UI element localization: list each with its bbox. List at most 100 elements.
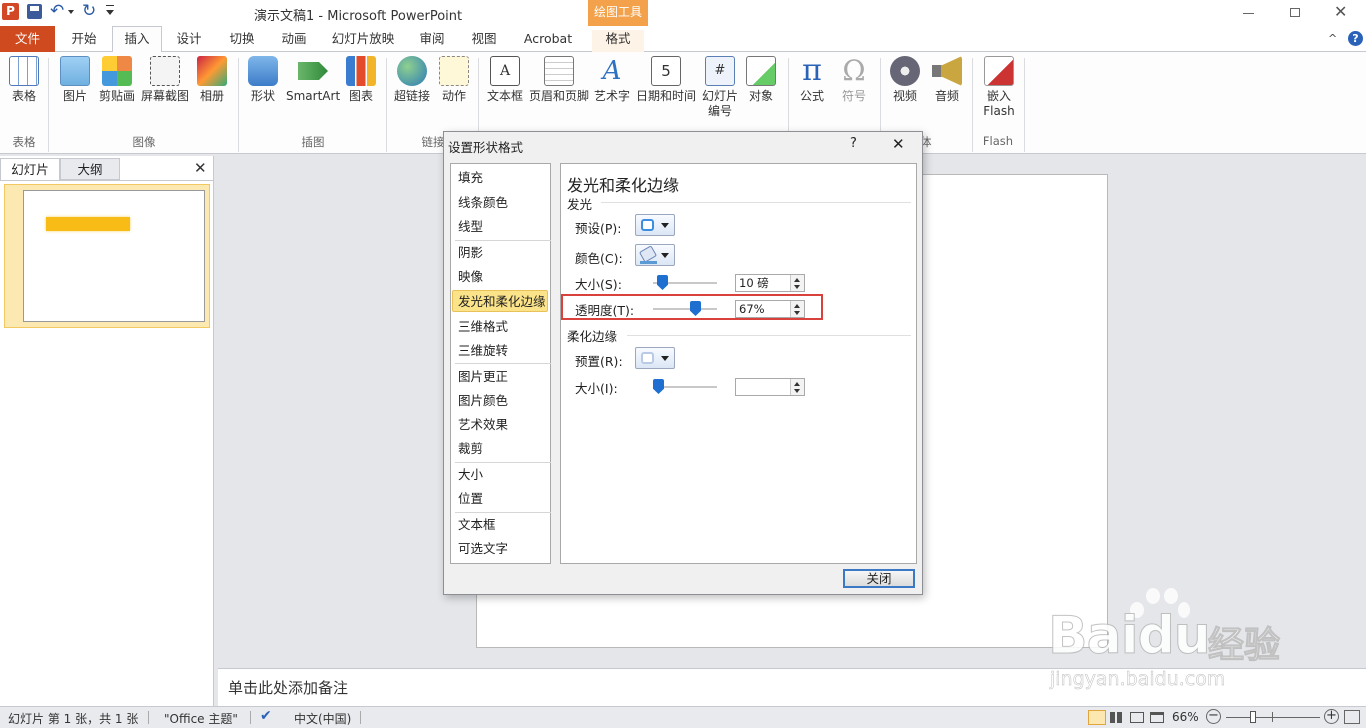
- nav-line-color[interactable]: 线条颜色: [451, 192, 547, 214]
- clipart-button[interactable]: 剪贴画: [98, 56, 136, 104]
- embed-flash-button[interactable]: 嵌入 Flash: [978, 56, 1020, 119]
- picture-button[interactable]: 图片: [56, 56, 94, 104]
- glow-size-input[interactable]: 10 磅: [735, 274, 805, 292]
- nav-picture-corrections[interactable]: 图片更正: [451, 366, 547, 388]
- soft-edges-size-input[interactable]: [735, 378, 805, 396]
- nav-alt-text[interactable]: 可选文字: [451, 538, 547, 560]
- tab-home[interactable]: 开始: [62, 30, 106, 52]
- slide-thumbnail[interactable]: [4, 184, 210, 328]
- nav-3d-rotation[interactable]: 三维旋转: [451, 340, 547, 362]
- close-panel-icon[interactable]: ✕: [194, 159, 207, 177]
- slideshow-view-icon[interactable]: [1150, 712, 1164, 723]
- nav-fill[interactable]: 填充: [451, 167, 547, 189]
- glow-size-spinner[interactable]: [790, 275, 804, 291]
- tab-animations[interactable]: 动画: [274, 30, 314, 52]
- glow-preset-dropdown[interactable]: [635, 214, 675, 236]
- nav-size[interactable]: 大小: [451, 464, 547, 486]
- reading-view-icon[interactable]: [1130, 712, 1144, 723]
- language-status[interactable]: 中文(中国): [294, 710, 351, 727]
- textbox-button[interactable]: A 文本框: [484, 56, 526, 104]
- slide-sorter-view-icon[interactable]: [1110, 712, 1124, 723]
- nav-crop[interactable]: 裁剪: [451, 438, 547, 460]
- zoom-slider[interactable]: [1226, 711, 1320, 723]
- soft-edges-size-spinner[interactable]: [790, 379, 804, 395]
- soft-edges-preset-dropdown[interactable]: [635, 347, 675, 369]
- zoom-in-icon[interactable]: +: [1324, 709, 1339, 724]
- datetime-button[interactable]: 5 日期和时间: [636, 56, 696, 104]
- tab-slides[interactable]: 幻灯片: [0, 158, 60, 180]
- undo-icon[interactable]: ↶: [50, 1, 64, 21]
- close-window-icon[interactable]: ✕: [1334, 2, 1347, 21]
- table-button[interactable]: 表格: [6, 56, 42, 104]
- tab-review[interactable]: 审阅: [412, 30, 452, 52]
- tab-transitions[interactable]: 切换: [222, 30, 262, 52]
- undo-dropdown-icon[interactable]: [68, 10, 74, 14]
- wordart-button[interactable]: A 艺术字: [592, 56, 632, 104]
- restore-icon[interactable]: [1290, 8, 1300, 17]
- symbol-label: 符号: [841, 89, 866, 103]
- glow-size-slider-thumb[interactable]: [657, 275, 668, 290]
- action-button[interactable]: 动作: [436, 56, 472, 104]
- zoom-out-icon[interactable]: −: [1206, 709, 1221, 724]
- fit-to-window-icon[interactable]: [1344, 710, 1360, 724]
- glow-transparency-slider[interactable]: [653, 308, 717, 310]
- wordart-icon: A: [602, 56, 622, 86]
- nav-artistic-effects[interactable]: 艺术效果: [451, 414, 547, 436]
- object-button[interactable]: 对象: [744, 56, 778, 104]
- glow-color-dropdown[interactable]: [635, 244, 675, 266]
- wordart-label: 艺术字: [593, 89, 630, 103]
- nav-position[interactable]: 位置: [451, 488, 547, 510]
- powerpoint-app-icon[interactable]: P: [2, 3, 19, 20]
- nav-text-box[interactable]: 文本框: [451, 514, 547, 536]
- collapse-ribbon-icon[interactable]: ^: [1328, 32, 1337, 45]
- table-label: 表格: [11, 89, 36, 103]
- tab-slideshow[interactable]: 幻灯片放映: [326, 30, 400, 52]
- tab-outline[interactable]: 大纲: [60, 158, 120, 180]
- album-button[interactable]: 相册: [194, 56, 230, 104]
- dialog-close-icon[interactable]: ✕: [892, 135, 905, 153]
- film-reel-icon: [890, 56, 920, 86]
- nav-picture-color[interactable]: 图片颜色: [451, 390, 547, 412]
- theme-status[interactable]: "Office 主题": [164, 710, 238, 727]
- spellcheck-icon[interactable]: ✔: [260, 708, 272, 724]
- redo-icon[interactable]: ↻: [82, 1, 96, 21]
- dialog-help-button[interactable]: ?: [850, 136, 857, 151]
- tab-acrobat[interactable]: Acrobat: [516, 30, 580, 52]
- soft-edges-size-slider-thumb[interactable]: [653, 379, 664, 394]
- nav-3d-format[interactable]: 三维格式: [451, 316, 547, 338]
- minimize-icon[interactable]: [1243, 13, 1254, 14]
- customize-toolbar-icon[interactable]: [106, 5, 114, 17]
- nav-glow-soft-edges[interactable]: 发光和柔化边缘: [452, 290, 548, 312]
- shapes-button[interactable]: 形状: [244, 56, 282, 104]
- zoom-slider-thumb[interactable]: [1250, 711, 1256, 723]
- header-footer-icon: [544, 56, 574, 86]
- nav-line-style[interactable]: 线型: [451, 216, 547, 238]
- nav-shadow[interactable]: 阴影: [451, 242, 547, 264]
- smartart-button[interactable]: SmartArt: [286, 56, 340, 104]
- slide-number-button[interactable]: # 幻灯片 编号: [700, 56, 740, 119]
- header-footer-button[interactable]: 页眉和页脚: [528, 56, 590, 104]
- nav-reflection[interactable]: 映像: [451, 266, 547, 288]
- screenshot-button[interactable]: 屏幕截图: [140, 56, 190, 104]
- zoom-level[interactable]: 66%: [1172, 710, 1199, 724]
- dialog-close-button[interactable]: 关闭: [843, 569, 915, 588]
- glow-transparency-spinner[interactable]: [790, 301, 804, 317]
- tab-insert[interactable]: 插入: [112, 26, 162, 53]
- glow-transparency-input[interactable]: 67%: [735, 300, 805, 318]
- video-button[interactable]: 视频: [886, 56, 924, 104]
- tab-format[interactable]: 格式: [592, 30, 644, 52]
- hyperlink-button[interactable]: 超链接: [392, 56, 432, 104]
- normal-view-icon[interactable]: [1088, 710, 1106, 725]
- audio-button[interactable]: 音频: [928, 56, 966, 104]
- glow-color-label: 颜色(C):: [575, 251, 623, 266]
- help-icon[interactable]: ?: [1348, 31, 1363, 46]
- symbol-button[interactable]: Ω 符号: [836, 56, 872, 104]
- tab-design[interactable]: 设计: [168, 30, 210, 52]
- tab-file[interactable]: 文件: [0, 26, 55, 52]
- glow-transparency-value: 67%: [739, 302, 765, 316]
- save-icon[interactable]: [27, 4, 42, 19]
- equation-button[interactable]: π 公式: [794, 56, 830, 104]
- chart-button[interactable]: 图表: [344, 56, 378, 104]
- tab-view[interactable]: 视图: [464, 30, 504, 52]
- shapes-icon: [248, 56, 278, 86]
